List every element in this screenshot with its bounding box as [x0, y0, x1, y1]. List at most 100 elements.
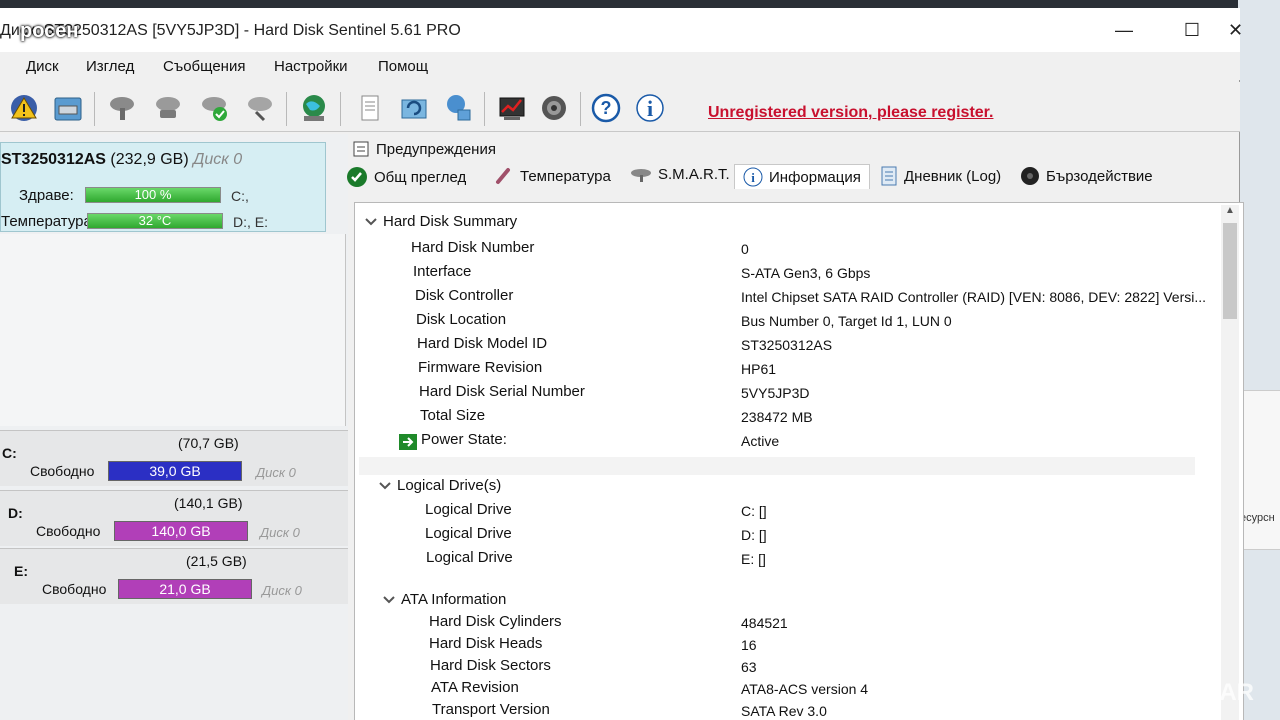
speaker-icon[interactable] — [538, 92, 570, 124]
tab-performance[interactable]: Бързодействие — [1020, 166, 1153, 186]
info-row-label: Disk Controller — [415, 287, 514, 304]
menu-messages[interactable]: Съобщения — [163, 58, 245, 75]
info-row-label: Hard Disk Heads — [429, 635, 543, 652]
tab-overview[interactable]: Общ преглед — [346, 166, 466, 188]
toolbar-separator — [484, 92, 485, 126]
menu-settings[interactable]: Настройки — [274, 58, 348, 75]
info-row-value: ST3250312AS — [741, 337, 833, 353]
info-row-label: Hard Disk Cylinders — [429, 613, 562, 630]
disk-settings-icon[interactable] — [244, 92, 276, 124]
info-row-label: Interface — [413, 263, 472, 280]
disk-list-area — [0, 234, 346, 426]
volume-disk: Диск 0 — [260, 525, 300, 540]
section-logical-header[interactable]: Logical Drive(s) — [379, 477, 501, 494]
info-row-value: 484521 — [741, 615, 788, 631]
refresh-icon[interactable] — [398, 92, 430, 124]
info-row-value: E: [] — [741, 551, 766, 567]
app-window: Диск: ST3250312AS [5VY5JP3D] - Hard Disk… — [0, 8, 1244, 720]
health-bar: 100 % — [85, 187, 221, 203]
info-row-label: Hard Disk Serial Number — [419, 383, 585, 400]
svg-text:i: i — [751, 170, 755, 185]
report-icon[interactable] — [354, 92, 386, 124]
section-summary-header[interactable]: Hard Disk Summary — [365, 213, 517, 230]
photo-watermark: росен — [20, 20, 79, 42]
svg-text:BAZAR: BAZAR — [1170, 679, 1254, 706]
chart-icon[interactable] — [496, 92, 528, 124]
toolbar-separator — [340, 92, 341, 126]
volume-letter: D: — [8, 505, 23, 521]
toolbar-separator — [94, 92, 95, 126]
vertical-scrollbar[interactable]: ▲ — [1221, 205, 1239, 720]
info-row-value: Intel Chipset SATA RAID Controller (RAID… — [741, 289, 1207, 305]
volume-size: (70,7 GB) — [178, 435, 239, 451]
disk-tools-icon[interactable] — [106, 92, 138, 124]
register-link[interactable]: Unregistered version, please register. — [708, 104, 993, 122]
temp-bar: 32 °C — [87, 213, 223, 229]
row-separator-band — [359, 457, 1195, 475]
disk-size: (232,9 GB) — [110, 151, 189, 168]
volume-d[interactable]: D: (140,1 GB) Свободно 140,0 GB Диск 0 — [0, 490, 348, 546]
volume-c[interactable]: C: (70,7 GB) Свободно 39,0 GB Диск 0 — [0, 430, 348, 486]
network-icon[interactable] — [442, 92, 474, 124]
menu-help[interactable]: Помощ — [378, 58, 428, 75]
disk-index: Диск 0 — [193, 151, 243, 168]
tab-overview-label: Общ преглед — [374, 168, 467, 186]
temp-value: 32 °C — [138, 213, 172, 228]
section-ata-header[interactable]: ATA Information — [383, 591, 506, 608]
info-icon[interactable]: i — [634, 92, 666, 124]
globe-icon[interactable] — [298, 92, 330, 124]
info-row-label: Transport Version — [432, 701, 550, 718]
info-row-value: 5VY5JP3D — [741, 385, 810, 401]
info-row-label: Logical Drive — [425, 501, 512, 518]
info-row-label: Total Size — [420, 407, 486, 424]
tab-information[interactable]: i Информация — [734, 164, 870, 189]
info-row-value: D: [] — [741, 527, 767, 543]
disk-test-icon[interactable] — [152, 92, 184, 124]
warnings-icon — [353, 141, 369, 157]
info-row-label: Logical Drive — [425, 525, 512, 542]
volume-size: (140,1 GB) — [174, 495, 243, 511]
disk-card[interactable]: ST3250312AS (232,9 GB) Диск 0 Здраве: 10… — [0, 142, 326, 232]
minimize-button[interactable]: — — [1104, 18, 1144, 42]
collapse-arrow-icon — [365, 217, 377, 225]
health-label: Здраве: — [19, 187, 74, 204]
desktop-background — [1238, 0, 1280, 720]
toolbar: ? i Unregistered version, please registe… — [0, 82, 1240, 132]
alert-icon[interactable] — [8, 92, 40, 124]
disk-icon[interactable] — [52, 92, 84, 124]
section-ata-title: ATA Information — [401, 591, 507, 608]
scrollbar-thumb[interactable] — [1223, 223, 1237, 319]
information-panel: ▲ Hard Disk Summary Hard Disk Number 0 Int… — [354, 202, 1244, 720]
info-tab-icon: i — [743, 167, 763, 187]
info-row-value: 63 — [741, 659, 757, 675]
toolbar-separator — [580, 92, 581, 126]
collapse-arrow-icon — [379, 481, 391, 489]
scroll-up-icon[interactable]: ▲ — [1221, 205, 1239, 221]
tab-log-label: Дневник (Log) — [904, 167, 1002, 185]
help-icon[interactable]: ? — [590, 92, 622, 124]
info-row-value: C: [] — [741, 503, 767, 519]
volume-free-bar: 140,0 GB — [114, 521, 248, 541]
volume-e[interactable]: E: (21,5 GB) Свободно 21,0 GB Диск 0 — [0, 548, 348, 604]
tab-smart[interactable]: S.M.A.R.T. — [630, 166, 730, 183]
maximize-button[interactable]: ☐ — [1172, 18, 1212, 42]
volume-size: (21,5 GB) — [186, 553, 247, 569]
info-row-label: Firmware Revision — [418, 359, 543, 376]
disk-name: ST3250312AS — [1, 151, 106, 168]
tab-warnings[interactable]: Предупреждения — [352, 140, 496, 158]
tab-performance-label: Бързодействие — [1046, 167, 1153, 185]
disk-check-icon[interactable] — [198, 92, 230, 124]
info-row-value: Bus Number 0, Target Id 1, LUN 0 — [741, 313, 952, 329]
temp-label: Температура: — [1, 213, 97, 230]
close-button[interactable]: ✕ — [1228, 18, 1243, 42]
collapse-arrow-icon — [383, 595, 395, 603]
tab-log[interactable]: Дневник (Log) — [880, 166, 1001, 186]
thermometer-icon — [496, 168, 510, 184]
check-icon — [347, 167, 367, 187]
tab-temperature[interactable]: Температура — [494, 166, 611, 186]
info-row-value: 16 — [741, 637, 757, 653]
info-row-value: 0 — [741, 241, 749, 257]
menu-disk[interactable]: Диск — [26, 58, 59, 75]
menu-view[interactable]: Изглед — [86, 58, 134, 75]
volume-disk: Диск 0 — [262, 583, 302, 598]
